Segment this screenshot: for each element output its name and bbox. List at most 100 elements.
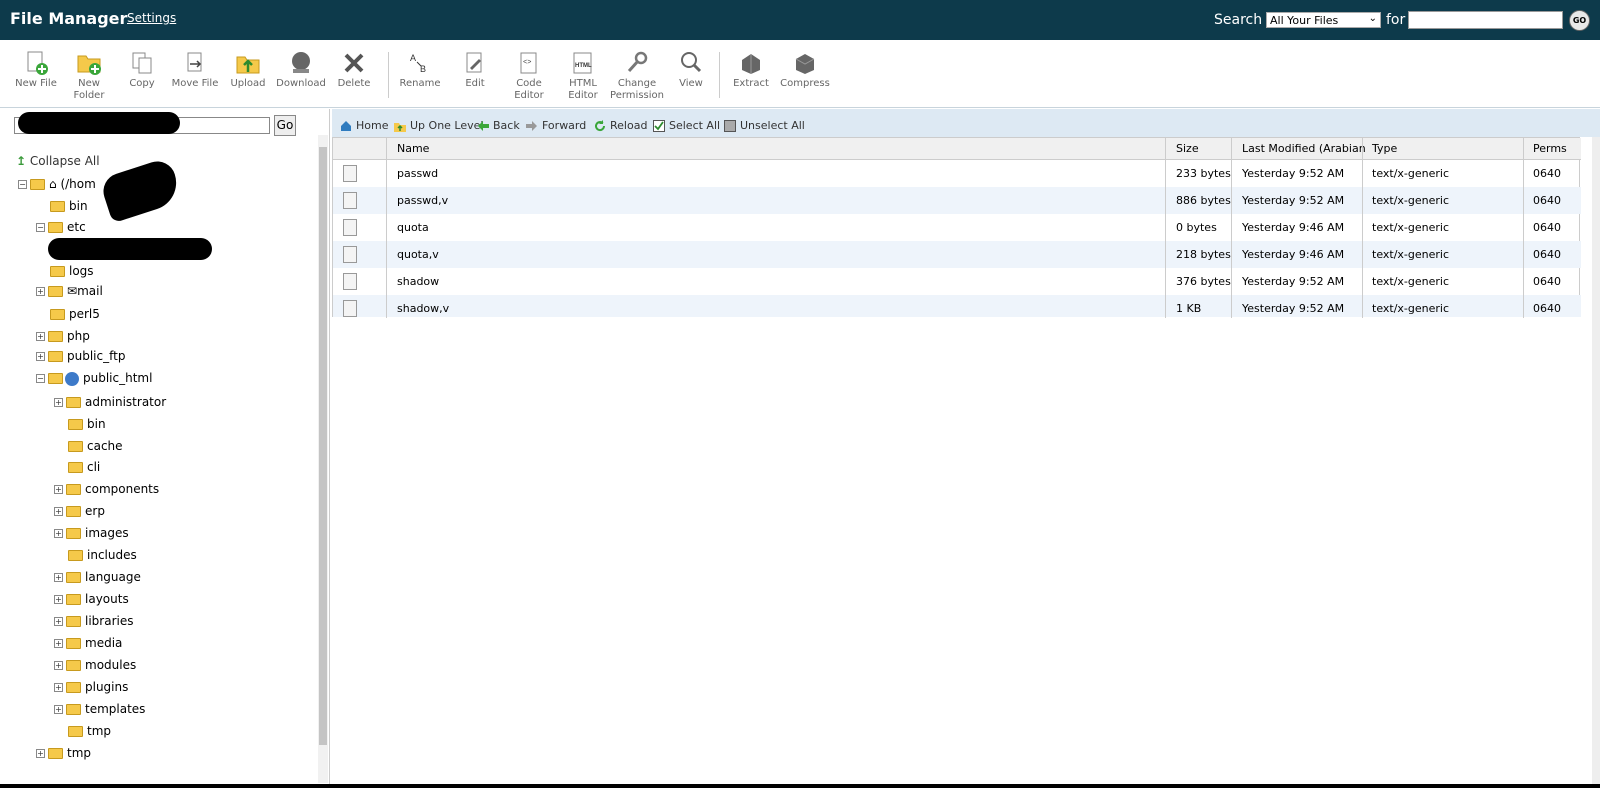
expand-toggle-icon[interactable]: + xyxy=(54,639,63,648)
view-button[interactable]: View xyxy=(664,50,718,90)
delete-button[interactable]: Delete xyxy=(327,50,381,90)
reload-button[interactable]: Reload xyxy=(594,119,647,132)
upload-button[interactable]: Upload xyxy=(221,50,275,90)
tree-scrollbar-thumb[interactable] xyxy=(319,147,327,745)
compress-button[interactable]: Compress xyxy=(778,50,832,90)
file-type: text/x-generic xyxy=(1372,194,1450,207)
tree-node-php[interactable]: + php xyxy=(36,329,90,347)
table-row[interactable]: quota 0 bytes Yesterday 9:46 AM text/x-g… xyxy=(333,214,1581,241)
folder-icon xyxy=(68,419,83,430)
up-one-level-button[interactable]: Up One Level xyxy=(394,119,483,132)
tree-node-tmp[interactable]: + tmp xyxy=(36,746,91,764)
tree-node-language[interactable]: + language xyxy=(54,570,141,588)
forward-label: Forward xyxy=(542,119,587,132)
table-row[interactable]: shadow,v 1 KB Yesterday 9:52 AM text/x-g… xyxy=(333,295,1581,317)
tree-node-cli[interactable]: cli xyxy=(68,460,100,478)
collapse-arrow-icon: ↥ xyxy=(16,154,27,168)
globe-icon xyxy=(65,371,79,386)
tree-node-libraries[interactable]: + libraries xyxy=(54,614,133,632)
table-row[interactable]: shadow 376 bytes Yesterday 9:52 AM text/… xyxy=(333,268,1581,295)
expand-toggle-icon[interactable]: + xyxy=(36,332,45,341)
expand-toggle-icon[interactable]: + xyxy=(36,749,45,758)
expand-toggle-icon[interactable]: + xyxy=(54,398,63,407)
expand-toggle-icon[interactable]: + xyxy=(54,683,63,692)
tree-go-button[interactable]: Go xyxy=(274,115,296,136)
tree-node-tmp[interactable]: tmp xyxy=(68,724,111,742)
column-header-modified[interactable]: Last Modified (Arabian S xyxy=(1242,142,1368,155)
column-header-type[interactable]: Type xyxy=(1372,142,1397,155)
collapse-toggle-icon[interactable]: − xyxy=(36,223,45,232)
expand-toggle-icon[interactable]: + xyxy=(36,352,45,361)
tree-node-public-ftp[interactable]: + public_ftp xyxy=(36,349,125,367)
new-file-button[interactable]: New File xyxy=(9,50,63,90)
collapse-toggle-icon[interactable]: − xyxy=(36,374,45,383)
change-permission-button[interactable]: Change Permission xyxy=(610,50,664,102)
file-perms: 0640 xyxy=(1533,167,1561,180)
file-type: text/x-generic xyxy=(1372,167,1450,180)
tree-node-media[interactable]: + media xyxy=(54,636,122,654)
unselect-all-button[interactable]: Unselect All xyxy=(724,119,805,132)
new-folder-button[interactable]: New Folder xyxy=(62,50,116,102)
tree-node-includes[interactable]: includes xyxy=(68,548,137,566)
expand-toggle-icon[interactable]: + xyxy=(54,573,63,582)
search-input[interactable] xyxy=(1408,11,1563,29)
copy-button[interactable]: Copy xyxy=(115,50,169,90)
tree-node-etc[interactable]: − etc xyxy=(36,220,86,238)
tree-scrollbar[interactable] xyxy=(318,135,328,783)
forward-button[interactable]: Forward xyxy=(526,119,586,132)
html-editor-button[interactable]: HTML HTML Editor xyxy=(556,50,610,102)
column-header-size[interactable]: Size xyxy=(1176,142,1199,155)
extract-button[interactable]: Extract xyxy=(724,50,778,90)
collapse-all-button[interactable]: ↥ Collapse All xyxy=(16,154,100,168)
tree-node-bin[interactable]: bin xyxy=(50,199,88,217)
code-editor-button[interactable]: <> Code Editor xyxy=(502,50,556,102)
expand-toggle-icon[interactable]: + xyxy=(54,485,63,494)
column-header-name[interactable]: Name xyxy=(397,142,429,155)
expand-toggle-icon[interactable]: + xyxy=(36,287,45,296)
back-button[interactable]: Back xyxy=(477,119,520,132)
tree-node-label: images xyxy=(85,526,129,540)
expand-toggle-icon[interactable]: + xyxy=(54,661,63,670)
collapse-toggle-icon[interactable]: − xyxy=(18,180,27,189)
table-header: Name Size Last Modified (Arabian S Type … xyxy=(333,138,1581,160)
tree-root[interactable]: − ⌂ (/hom xyxy=(18,177,96,195)
download-button[interactable]: Download xyxy=(274,50,328,90)
tree-node-templates[interactable]: + templates xyxy=(54,702,145,720)
table-row[interactable]: passwd 233 bytes Yesterday 9:52 AM text/… xyxy=(333,160,1581,187)
content-scrollbar[interactable] xyxy=(1592,137,1600,787)
file-name: quota xyxy=(397,221,429,234)
rename-button[interactable]: AB Rename xyxy=(393,50,447,90)
expand-toggle-icon[interactable]: + xyxy=(54,705,63,714)
tree-node-mail[interactable]: + ✉mail xyxy=(36,284,103,302)
tree-node-erp[interactable]: + erp xyxy=(54,504,105,522)
home-button[interactable]: Home xyxy=(340,119,388,132)
file-type: text/x-generic xyxy=(1372,275,1450,288)
settings-link[interactable]: Settings xyxy=(127,11,176,25)
tree-node-perl5[interactable]: perl5 xyxy=(50,307,100,325)
tree-node-plugins[interactable]: + plugins xyxy=(54,680,128,698)
home-icon xyxy=(341,121,351,131)
tree-node-components[interactable]: + components xyxy=(54,482,159,500)
file-size: 0 bytes xyxy=(1176,221,1217,234)
table-row[interactable]: passwd,v 886 bytes Yesterday 9:52 AM tex… xyxy=(333,187,1581,214)
tree-node-logs[interactable]: logs xyxy=(50,264,94,282)
expand-toggle-icon[interactable]: + xyxy=(54,617,63,626)
search-go-button[interactable]: GO xyxy=(1569,10,1590,31)
tree-node-layouts[interactable]: + layouts xyxy=(54,592,129,610)
select-all-button[interactable]: Select All xyxy=(653,119,720,132)
search-scope-select[interactable]: All Your Files ⌄ xyxy=(1266,12,1381,28)
expand-toggle-icon[interactable]: + xyxy=(54,529,63,538)
table-row[interactable]: quota,v 218 bytes Yesterday 9:46 AM text… xyxy=(333,241,1581,268)
move-file-button[interactable]: Move File xyxy=(168,50,222,90)
tree-node-cache[interactable]: cache xyxy=(68,439,123,457)
tree-node-label: components xyxy=(85,482,160,496)
tree-node-administrator[interactable]: + administrator xyxy=(54,395,166,413)
tree-node-images[interactable]: + images xyxy=(54,526,129,544)
column-header-perms[interactable]: Perms xyxy=(1533,142,1567,155)
expand-toggle-icon[interactable]: + xyxy=(54,595,63,604)
tree-node-public-html[interactable]: − public_html xyxy=(36,371,152,389)
expand-toggle-icon[interactable]: + xyxy=(54,507,63,516)
tree-node-modules[interactable]: + modules xyxy=(54,658,136,676)
edit-button[interactable]: Edit xyxy=(448,50,502,90)
tree-node-bin[interactable]: bin xyxy=(68,417,106,435)
